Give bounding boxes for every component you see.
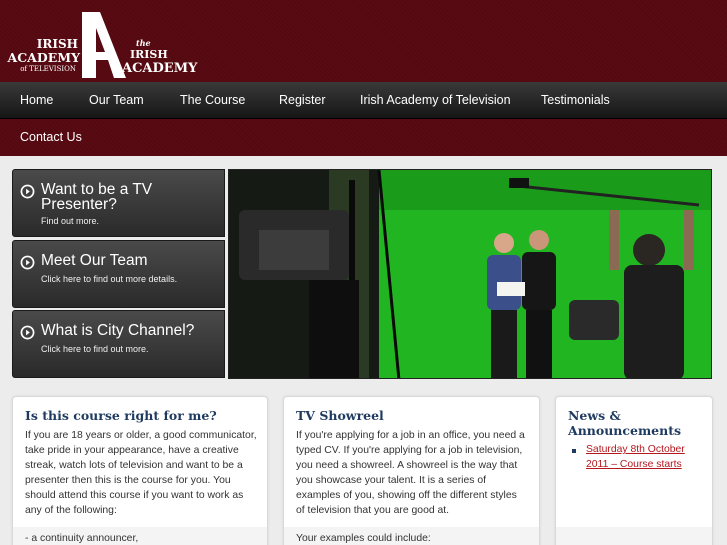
course-box-text-continued: - a continuity announcer, [25,533,139,544]
logo-graphic: IRISH ACADEMY of TELEVISION the IRISH AC… [7,12,198,78]
showreel-box-text: If you're applying for a job in an offic… [296,430,525,516]
logo-right-line-3: ACADEMY [121,61,198,76]
logo-left-line-2: ACADEMY [7,50,82,65]
slider-tab-title: Want to be a TV Presenter? [41,181,153,213]
main-nav: Home Our Team The Course Register Irish … [0,82,727,156]
play-circle-icon [20,255,35,270]
logo-left-line-1: IRISH [37,37,78,51]
nav-row-2: Contact Us [0,119,727,156]
slider-tab-city-channel[interactable]: What is City Channel? Click here to find… [12,310,225,378]
course-box-text: If you are 18 years or older, a good com… [25,430,257,516]
nav-item-contact-us[interactable]: Contact Us [20,119,82,156]
showreel-box-text-continued: Your examples could include: [296,533,431,544]
slider-tab-title: What is City Channel? [41,322,195,339]
nav-item-our-team[interactable]: Our Team [89,82,144,119]
box-footer-band [556,527,712,545]
showreel-box-title: TV Showreel [296,408,384,423]
slider-tab-team[interactable]: Meet Our Team Click here to find out mor… [12,240,225,308]
studio-photo [229,170,711,378]
slider-tab-subtitle: Find out more. [41,216,100,226]
nav-item-home[interactable]: Home [20,82,53,119]
course-box-title: Is this course right for me? [25,408,217,423]
news-box: News & Announcements Saturday 8th Octobe… [555,396,713,545]
showreel-box: TV Showreel If you're applying for a job… [283,396,540,545]
nav-item-testimonials[interactable]: Testimonials [541,82,610,119]
slider-tab-subtitle: Click here to find out more. [41,344,149,354]
news-box-title: News & Announcements [568,408,682,438]
play-circle-icon [20,184,35,199]
slider-tab-presenter[interactable]: Want to be a TV Presenter? Find out more… [12,169,225,237]
hero-image[interactable] [228,169,712,379]
site-logo[interactable]: IRISH ACADEMY of TELEVISION the IRISH AC… [0,8,220,78]
nav-item-register[interactable]: Register [279,82,326,119]
logo-left-line-3: of TELEVISION [20,65,76,73]
course-box: Is this course right for me? If you are … [12,396,268,545]
news-item-link[interactable]: Saturday 8th October 2011 – Course start… [586,442,704,472]
site-header: IRISH ACADEMY of TELEVISION the IRISH AC… [0,0,727,82]
nav-item-irish-academy[interactable]: Irish Academy of Television [360,82,511,119]
slider-tab-subtitle: Click here to find out more details. [41,274,178,284]
logo-right-line-2: IRISH [130,48,168,61]
slider-tab-title: Meet Our Team [41,252,148,269]
play-circle-icon [20,325,35,340]
nav-row-1: Home Our Team The Course Register Irish … [0,82,727,119]
logo-right-line-1: the [136,38,151,48]
list-bullet [572,449,576,453]
nav-item-the-course[interactable]: The Course [180,82,245,119]
